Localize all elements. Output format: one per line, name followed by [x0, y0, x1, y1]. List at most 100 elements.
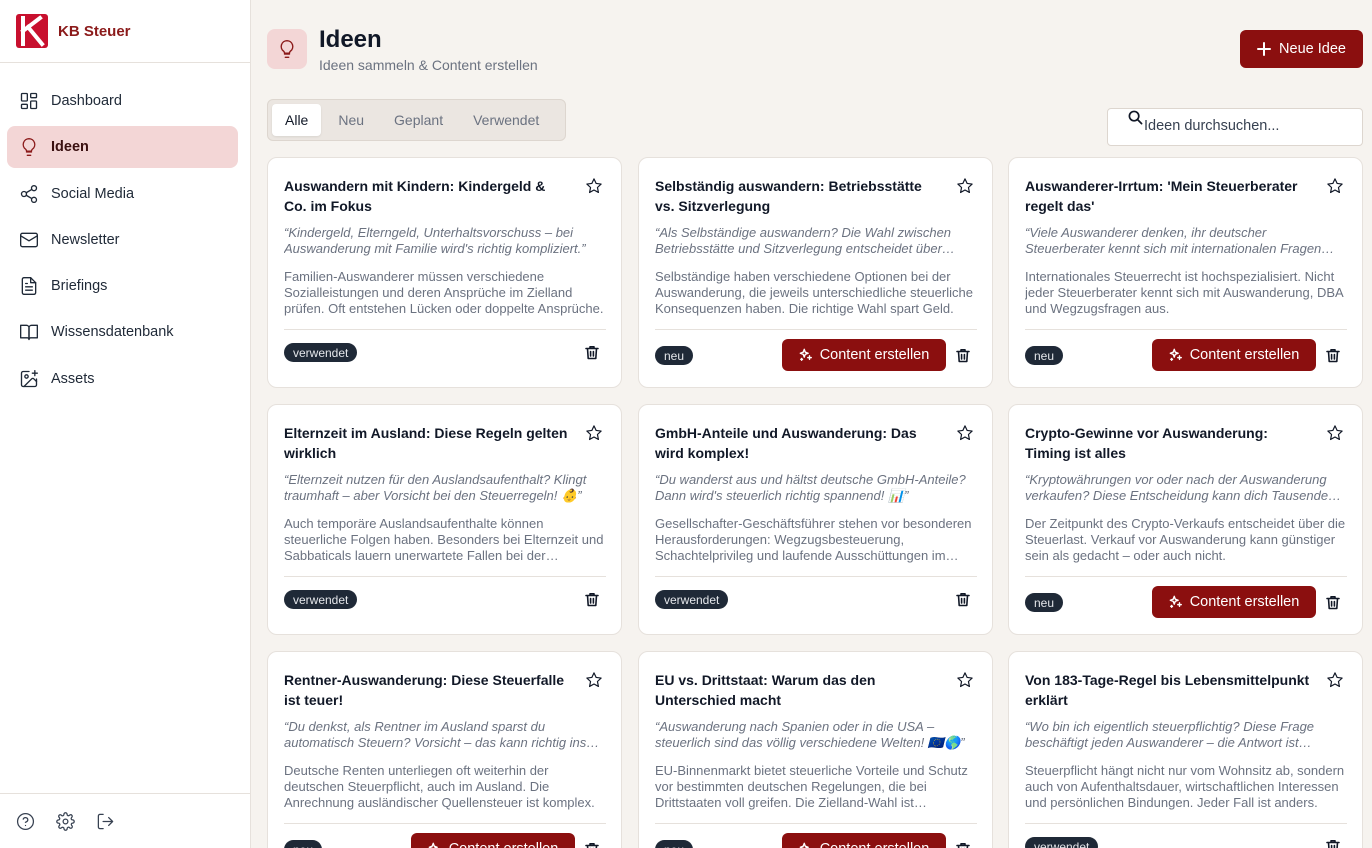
card-quote: “Wo bin ich eigentlich steuerpflichtig? … [1025, 719, 1315, 750]
card-quote: “Elternzeit nutzen für den Auslandsaufen… [284, 472, 587, 503]
sidebar-item-assets[interactable]: Assets [7, 358, 238, 400]
sidebar-item-social-media[interactable]: Social Media [7, 173, 238, 215]
idea-card[interactable]: Crypto-Gewinne vor Auswanderung: Timing … [1008, 404, 1363, 635]
favorite-button[interactable] [956, 177, 974, 195]
brand-name: KB Steuer [58, 22, 131, 40]
create-content-button[interactable]: Content erstellen [411, 833, 575, 848]
star-icon [586, 178, 602, 194]
trash-icon [585, 843, 599, 848]
sidebar-item-ideen[interactable]: Ideen [7, 126, 238, 169]
idea-card[interactable]: Selbständig auswandern: Betriebsstätte v… [638, 157, 993, 388]
sidebar-item-dashboard[interactable]: Dashboard [7, 80, 238, 122]
card-divider [1025, 329, 1347, 330]
card-description: Familien-Auswanderer müssen verschiedene… [284, 269, 604, 316]
create-content-label: Content erstellen [820, 841, 930, 848]
star-icon [1327, 425, 1343, 441]
status-badge: verwendet [655, 590, 729, 609]
page-icon [267, 29, 307, 69]
create-content-button[interactable]: Content erstellen [782, 833, 946, 848]
status-badge: neu [1025, 593, 1064, 612]
logout-icon [97, 813, 114, 829]
help-button[interactable] [16, 812, 35, 831]
settings-icon [56, 811, 75, 831]
sidebar-item-wissensdatenbank[interactable]: Wissensdatenbank [7, 311, 238, 353]
create-content-label: Content erstellen [1189, 347, 1300, 363]
idea-card[interactable]: Auswanderer-Irrtum: 'Mein Steuerberater … [1008, 157, 1363, 388]
delete-button[interactable] [1326, 595, 1340, 610]
brand[interactable]: KB Steuer [0, 0, 250, 63]
card-description: Deutsche Renten unterliegen oft weiterhi… [284, 763, 595, 810]
sidebar-item-label: Ideen [51, 139, 89, 156]
sidebar: KB Steuer Dashboard Ideen Social Media N… [0, 0, 251, 848]
idea-card[interactable]: EU vs. Drittstaat: Warum das den Untersc… [638, 651, 993, 848]
idea-card[interactable]: GmbH-Anteile und Auswanderung: Das wird … [638, 404, 993, 635]
favorite-button[interactable] [585, 671, 603, 689]
new-idea-label: Neue Idee [1279, 41, 1346, 57]
delete-button[interactable] [956, 348, 970, 363]
delete-button[interactable] [1326, 839, 1340, 848]
card-title: Auswanderer-Irrtum: 'Mein Steuerberater … [1025, 178, 1298, 214]
favorite-button[interactable] [1326, 671, 1344, 689]
dashboard-icon [20, 92, 38, 110]
delete-button[interactable] [585, 345, 599, 360]
new-idea-button[interactable]: Neue Idee [1240, 30, 1363, 68]
logout-button[interactable] [96, 812, 115, 831]
favorite-button[interactable] [956, 424, 974, 442]
idea-card[interactable]: Rentner-Auswanderung: Diese Steuerfalle … [267, 651, 622, 848]
sidebar-item-briefings[interactable]: Briefings [7, 265, 238, 307]
create-content-button[interactable]: Content erstellen [1152, 339, 1316, 371]
trash-icon [956, 843, 970, 848]
idea-card[interactable]: Elternzeit im Ausland: Diese Regeln gelt… [267, 404, 622, 635]
sidebar-item-newsletter[interactable]: Newsletter [7, 219, 238, 261]
sidebar-item-label: Briefings [51, 278, 108, 295]
card-description: Internationales Steuerrecht ist hochspez… [1025, 269, 1343, 316]
card-divider [284, 329, 606, 330]
tab-alle[interactable]: Alle [272, 104, 322, 136]
create-content-label: Content erstellen [449, 841, 559, 848]
sidebar-item-label: Dashboard [51, 93, 122, 109]
card-title: GmbH-Anteile und Auswanderung: Das wird … [655, 425, 917, 461]
create-content-button[interactable]: Content erstellen [1152, 586, 1316, 618]
status-badge: verwendet [284, 590, 358, 609]
plus-icon [1257, 42, 1272, 56]
sidebar-footer [0, 793, 250, 848]
card-description: EU-Binnenmarkt bietet steuerliche Vortei… [655, 763, 968, 810]
favorite-button[interactable] [956, 671, 974, 689]
lightbulb-icon [22, 138, 36, 157]
trash-icon [956, 349, 970, 363]
favorite-button[interactable] [1326, 424, 1344, 442]
favorite-button[interactable] [1326, 177, 1344, 195]
card-title: Rentner-Auswanderung: Diese Steuerfalle … [284, 672, 565, 708]
sparkles-icon [799, 348, 812, 361]
delete-button[interactable] [956, 842, 970, 848]
document-icon [21, 277, 37, 296]
card-quote: “Kindergeld, Elterngeld, Unterhaltsvorsc… [284, 225, 586, 256]
delete-button[interactable] [585, 842, 599, 848]
favorite-button[interactable] [585, 424, 603, 442]
favorite-button[interactable] [585, 177, 603, 195]
star-icon [1327, 178, 1343, 194]
status-badge: neu [655, 840, 694, 848]
card-divider [655, 329, 977, 330]
card-divider [655, 576, 977, 577]
card-divider [1025, 823, 1347, 824]
delete-button[interactable] [956, 592, 970, 607]
status-badge: verwendet [1025, 837, 1099, 848]
search-input[interactable] [1144, 118, 1354, 134]
tab-neu[interactable]: Neu [325, 104, 377, 136]
card-divider [1025, 576, 1347, 577]
star-icon [957, 672, 973, 688]
idea-card[interactable]: Auswandern mit Kindern: Kindergeld & Co.… [267, 157, 622, 388]
card-quote: “Kryptowährungen vor oder nach der Auswa… [1025, 472, 1329, 503]
delete-button[interactable] [1326, 348, 1340, 363]
sparkles-icon [1169, 595, 1182, 608]
create-content-button[interactable]: Content erstellen [782, 339, 946, 371]
sidebar-item-label: Social Media [51, 185, 135, 202]
delete-button[interactable] [585, 592, 599, 607]
tab-verwendet[interactable]: Verwendet [460, 104, 552, 136]
trash-icon [585, 346, 599, 360]
settings-button[interactable] [56, 811, 75, 831]
tab-geplant[interactable]: Geplant [381, 104, 456, 136]
star-icon [586, 672, 602, 688]
idea-card[interactable]: Von 183-Tage-Regel bis Lebensmittelpunkt… [1008, 651, 1363, 848]
